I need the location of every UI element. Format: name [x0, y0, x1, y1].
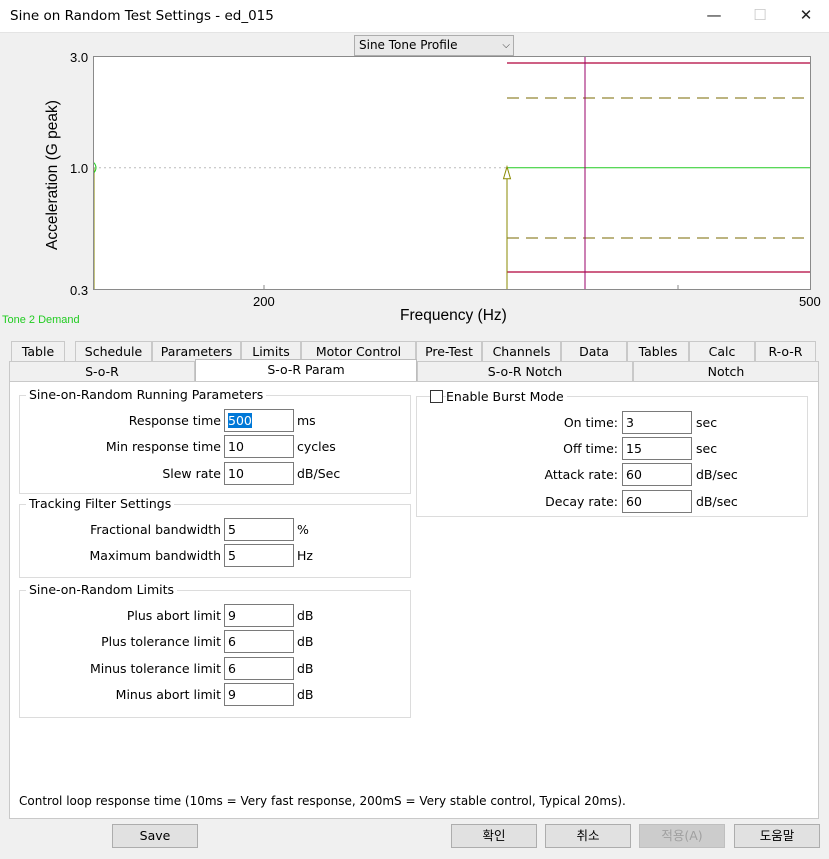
apply-button: 적용(A)	[639, 824, 725, 848]
maximum-bandwidth-input[interactable]: 5	[224, 544, 294, 567]
enable-burst-mode-label[interactable]: Enable Burst Mode	[446, 389, 567, 404]
cancel-button[interactable]: 취소	[545, 824, 631, 848]
unit-label: dB/Sec	[297, 466, 341, 481]
x-tick-label: 200	[253, 294, 275, 309]
y-tick-label: 1.0	[70, 161, 89, 176]
response-time-value: 500	[228, 413, 252, 428]
ok-button[interactable]: 확인	[451, 824, 537, 848]
tab-limits[interactable]: Limits	[241, 341, 301, 361]
x-tick-label: 500	[799, 294, 821, 309]
unit-label: dB	[297, 687, 314, 702]
decay-rate-label: Decay rate:	[545, 494, 618, 509]
response-time-label: Response time	[128, 413, 221, 428]
unit-label: %	[297, 522, 309, 537]
minus-tolerance-limit-input[interactable]: 6	[224, 657, 294, 680]
unit-label: dB	[297, 634, 314, 649]
close-button[interactable]: ✕	[783, 0, 829, 32]
slew-rate-input[interactable]: 10	[224, 462, 294, 485]
plus-tolerance-limit-label: Plus tolerance limit	[101, 634, 221, 649]
profile-select-value: Sine Tone Profile	[359, 38, 458, 52]
tab-data[interactable]: Data	[561, 341, 627, 361]
group-legend: Sine-on-Random Limits	[26, 582, 178, 597]
maximum-bandwidth-label: Maximum bandwidth	[89, 548, 221, 563]
x-axis-label: Frequency (Hz)	[400, 307, 507, 324]
plus-tolerance-limit-input[interactable]: 6	[224, 630, 294, 653]
min-response-time-label: Min response time	[105, 439, 221, 454]
attack-rate-input[interactable]: 60	[622, 463, 692, 486]
title-bar: Sine on Random Test Settings - ed_015 — …	[0, 0, 829, 33]
decay-rate-input[interactable]: 60	[622, 490, 692, 513]
plus-abort-limit-label: Plus abort limit	[126, 608, 221, 623]
response-time-input[interactable]: 500	[224, 409, 294, 432]
chevron-down-icon: ⌵	[502, 40, 510, 51]
tab-schedule[interactable]: Schedule	[75, 341, 152, 361]
minus-abort-limit-label: Minus abort limit	[115, 687, 221, 702]
profile-select[interactable]: Sine Tone Profile ⌵	[354, 35, 514, 56]
help-hint-text: Control loop response time (10ms = Very …	[19, 794, 626, 808]
series-legend-label: Tone 2 Demand	[2, 314, 80, 326]
unit-label: cycles	[297, 439, 336, 454]
tab-pre-test[interactable]: Pre-Test	[416, 341, 482, 361]
tracking-filter-group: Tracking Filter Settings	[19, 496, 411, 578]
y-tick-label: 3.0	[70, 50, 89, 65]
tab-motor-control[interactable]: Motor Control	[301, 341, 416, 361]
y-tick-label: 0.3	[70, 283, 89, 298]
tab-s-o-r[interactable]: S-o-R	[9, 361, 195, 381]
tab-s-o-r-param[interactable]: S-o-R Param	[195, 359, 417, 381]
attack-rate-label: Attack rate:	[544, 467, 618, 482]
tab-parameters[interactable]: Parameters	[152, 341, 241, 361]
unit-label: Hz	[297, 548, 313, 563]
fractional-bandwidth-label: Fractional bandwidth	[90, 522, 221, 537]
tone-start-marker	[502, 164, 512, 180]
slew-rate-label: Slew rate	[162, 466, 221, 481]
tab-notch[interactable]: Notch	[633, 361, 819, 381]
save-button[interactable]: Save	[112, 824, 198, 848]
help-button[interactable]: 도움말	[734, 824, 820, 848]
on-time-label: On time:	[563, 415, 618, 430]
unit-label: sec	[696, 415, 718, 430]
off-time-input[interactable]: 15	[622, 437, 692, 460]
chart-svg	[93, 57, 810, 289]
minus-tolerance-limit-label: Minus tolerance limit	[89, 661, 221, 676]
unit-label: dB/sec	[696, 467, 738, 482]
group-legend: Sine-on-Random Running Parameters	[26, 387, 267, 402]
off-time-label: Off time:	[563, 441, 618, 456]
unit-label: dB	[297, 661, 314, 676]
group-legend: Tracking Filter Settings	[26, 496, 175, 511]
minus-abort-limit-input[interactable]: 9	[224, 683, 294, 706]
min-response-time-input[interactable]: 10	[224, 435, 294, 458]
fractional-bandwidth-input[interactable]: 5	[224, 518, 294, 541]
window-title: Sine on Random Test Settings - ed_015	[10, 8, 274, 24]
y-axis-label: Acceleration (G peak)	[44, 100, 61, 250]
tab-s-o-r-notch[interactable]: S-o-R Notch	[417, 361, 633, 381]
minimize-button[interactable]: —	[691, 0, 737, 32]
unit-label: sec	[696, 441, 718, 456]
tab-r-o-r[interactable]: R-o-R	[755, 341, 816, 361]
unit-label: dB/sec	[696, 494, 738, 509]
chart-plot-area[interactable]	[93, 56, 811, 290]
plus-abort-limit-input[interactable]: 9	[224, 604, 294, 627]
on-time-input[interactable]: 3	[622, 411, 692, 434]
tab-calc[interactable]: Calc	[689, 341, 755, 361]
unit-label: ms	[297, 413, 316, 428]
enable-burst-mode-checkbox[interactable]	[430, 390, 443, 403]
tab-channels[interactable]: Channels	[482, 341, 561, 361]
unit-label: dB	[297, 608, 314, 623]
tab-tables[interactable]: Tables	[627, 341, 689, 361]
tab-table[interactable]: Table	[11, 341, 65, 361]
maximize-button: ☐	[753, 6, 767, 24]
